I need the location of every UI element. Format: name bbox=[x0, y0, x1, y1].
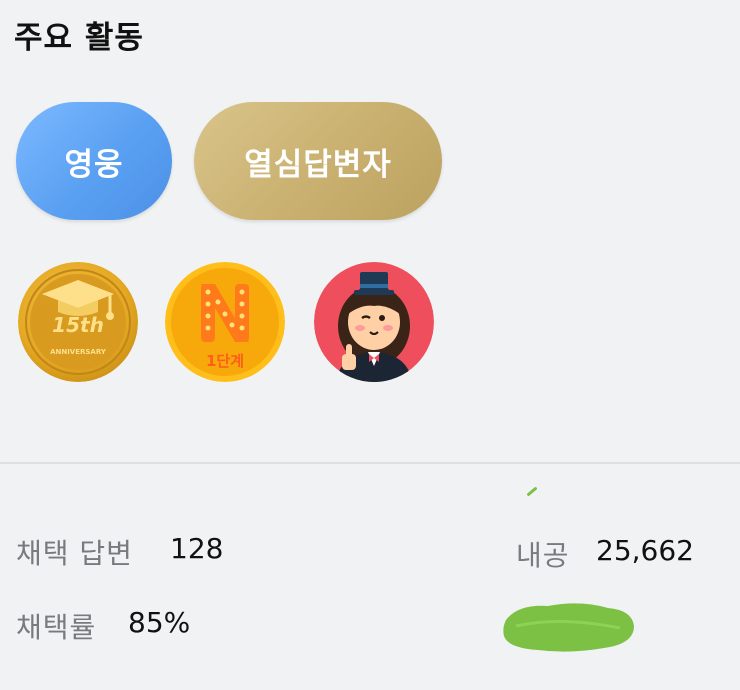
anniversary-number-label: 15th bbox=[52, 313, 104, 337]
graduation-cap-anniversary-icon: 15th ANNIVERSARY bbox=[18, 262, 138, 382]
section-divider bbox=[0, 462, 740, 464]
n-level-icon: 1단계 bbox=[165, 262, 285, 382]
redaction-scribble bbox=[503, 603, 634, 652]
adopted-answers-value: 128 bbox=[170, 532, 224, 565]
redaction-mark bbox=[526, 486, 538, 497]
anniversary-badge[interactable]: 15th ANNIVERSARY bbox=[18, 262, 138, 382]
anniversary-caption-label: ANNIVERSARY bbox=[50, 348, 107, 356]
adoption-rate-value: 85% bbox=[128, 606, 191, 639]
character-badge[interactable] bbox=[314, 262, 434, 382]
title-badge-hero[interactable]: 영웅 bbox=[16, 102, 172, 220]
level-badge[interactable]: 1단계 bbox=[165, 262, 285, 382]
title-badge-ardent-answerer[interactable]: 열심답변자 bbox=[194, 102, 442, 220]
naegong-value: 25,662 bbox=[596, 534, 694, 567]
adoption-rate-label: 채택률 bbox=[16, 611, 97, 644]
top-hat-character-icon bbox=[314, 262, 434, 382]
naegong-label: 내공 bbox=[516, 539, 570, 572]
level-caption-label: 1단계 bbox=[206, 352, 244, 370]
activity-section-title: 주요 활동 bbox=[14, 20, 144, 56]
adopted-answers-label: 채택 답변 bbox=[16, 537, 133, 570]
